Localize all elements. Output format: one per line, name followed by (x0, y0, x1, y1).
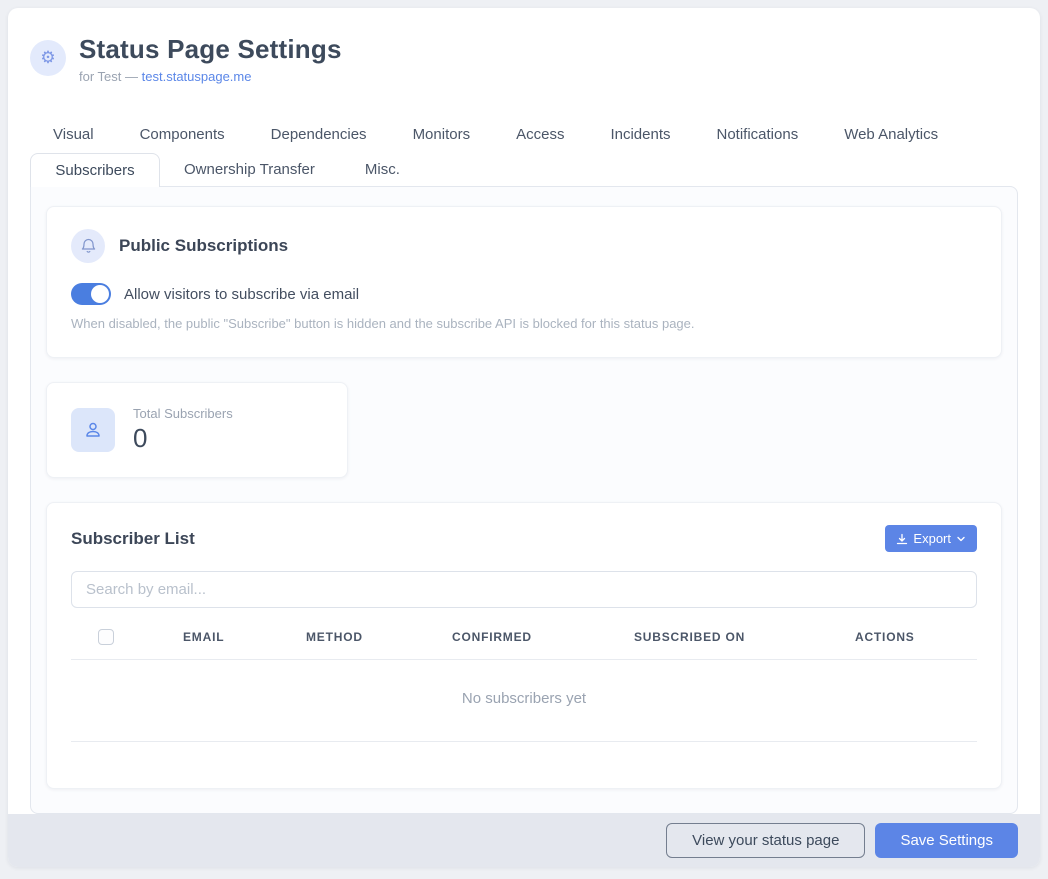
bell-icon (71, 229, 105, 263)
total-subscribers-card: Total Subscribers 0 (46, 382, 348, 478)
footer-bar: View your status page Save Settings (8, 814, 1040, 867)
tab-monitors[interactable]: Monitors (390, 118, 494, 151)
page-header: ⚙ Status Page Settings for Test — test.s… (8, 8, 1040, 84)
tab-subscribers[interactable]: Subscribers (30, 153, 160, 187)
column-header-method: METHOD (306, 630, 452, 644)
public-subscriptions-title: Public Subscriptions (119, 236, 288, 256)
empty-state-message: No subscribers yet (71, 660, 977, 742)
subscribe-toggle[interactable] (71, 283, 111, 305)
subscribers-tab-panel: Public Subscriptions Allow visitors to s… (30, 186, 1018, 814)
export-label: Export (913, 531, 951, 546)
tab-incidents[interactable]: Incidents (587, 118, 693, 151)
table-footer-space (71, 742, 977, 770)
tab-visual[interactable]: Visual (30, 118, 117, 151)
person-icon (71, 408, 115, 452)
tab-web-analytics[interactable]: Web Analytics (821, 118, 961, 151)
subscribe-toggle-row: Allow visitors to subscribe via email (71, 283, 977, 305)
toggle-knob (91, 285, 109, 303)
column-header-subscribed-on: SUBSCRIBED ON (634, 630, 855, 644)
tab-misc[interactable]: Misc. (339, 153, 426, 186)
subscribe-toggle-label: Allow visitors to subscribe via email (124, 286, 359, 303)
tab-notifications[interactable]: Notifications (694, 118, 822, 151)
tab-bar-primary: Visual Components Dependencies Monitors … (30, 118, 1018, 151)
select-all-checkbox[interactable] (98, 629, 114, 645)
page-subtitle: for Test — test.statuspage.me (79, 69, 342, 84)
settings-panel: ⚙ Status Page Settings for Test — test.s… (8, 8, 1040, 867)
stats-value: 0 (133, 423, 233, 454)
subscriber-list-card: Subscriber List Export EMAIL METHO (46, 502, 1002, 789)
column-header-actions: ACTIONS (855, 630, 977, 644)
header-text: Status Page Settings for Test — test.sta… (79, 34, 342, 84)
subscriber-list-title: Subscriber List (71, 529, 195, 549)
table-header-row: EMAIL METHOD CONFIRMED SUBSCRIBED ON ACT… (71, 629, 977, 660)
tab-dependencies[interactable]: Dependencies (248, 118, 390, 151)
save-settings-button[interactable]: Save Settings (875, 823, 1018, 858)
search-input[interactable] (71, 571, 977, 608)
export-button[interactable]: Export (885, 525, 977, 552)
tab-ownership-transfer[interactable]: Ownership Transfer (160, 153, 339, 186)
public-subscriptions-header: Public Subscriptions (71, 229, 977, 263)
select-all-cell (71, 629, 183, 645)
subscriber-list-header: Subscriber List Export (71, 525, 977, 552)
tab-bar-secondary: Subscribers Ownership Transfer Misc. (30, 153, 1018, 186)
subscribe-helper-text: When disabled, the public "Subscribe" bu… (71, 316, 977, 331)
gear-icon: ⚙ (30, 40, 66, 76)
chevron-down-icon (956, 534, 966, 544)
tab-components[interactable]: Components (117, 118, 248, 151)
public-subscriptions-card: Public Subscriptions Allow visitors to s… (46, 206, 1002, 358)
column-header-email: EMAIL (183, 630, 306, 644)
column-header-confirmed: CONFIRMED (452, 630, 634, 644)
view-status-page-button[interactable]: View your status page (666, 823, 865, 858)
subtitle-prefix: for Test — (79, 69, 138, 84)
tab-access[interactable]: Access (493, 118, 587, 151)
stats-text: Total Subscribers 0 (133, 406, 233, 454)
page-title: Status Page Settings (79, 34, 342, 65)
stats-label: Total Subscribers (133, 406, 233, 421)
download-icon (896, 533, 908, 545)
status-page-link[interactable]: test.statuspage.me (142, 69, 252, 84)
